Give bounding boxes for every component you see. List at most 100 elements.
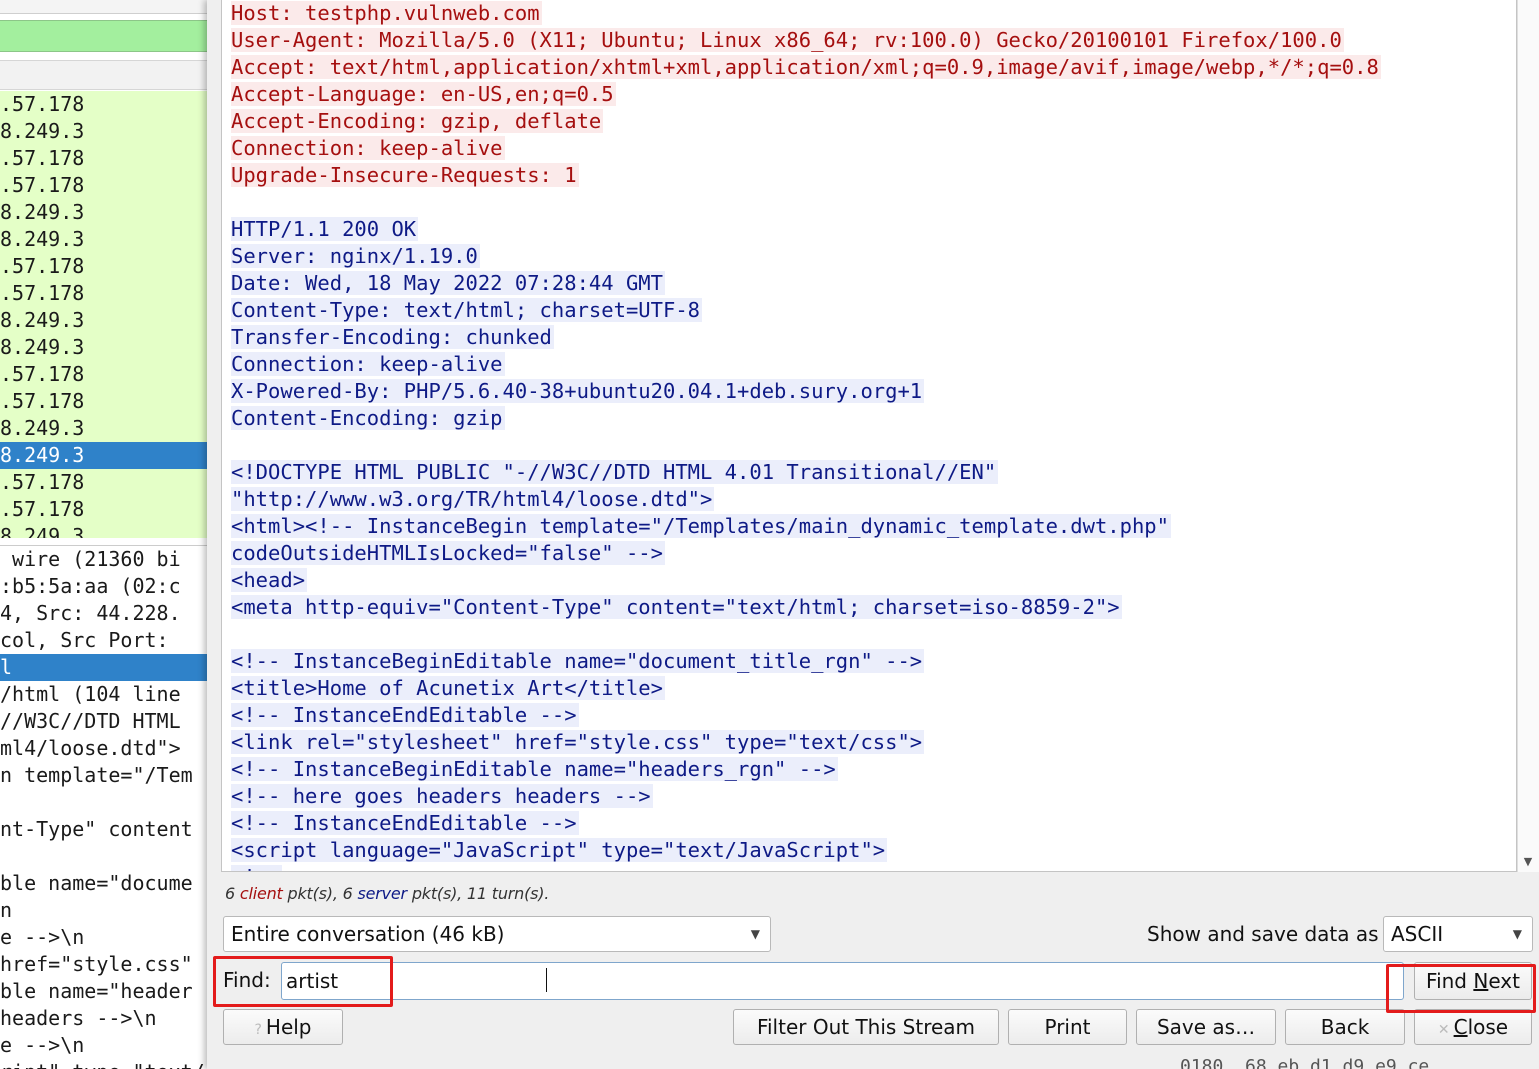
- detail-row[interactable]: ble name="docume: [0, 870, 215, 897]
- detail-row[interactable]: n template="/Tem: [0, 762, 215, 789]
- packet-row[interactable]: 8.249.3: [0, 226, 215, 253]
- detail-row[interactable]: 4, Src: 44.228.: [0, 600, 215, 627]
- server-stream-line: <!-- InstanceEndEditable -->: [231, 702, 1516, 729]
- detail-row[interactable]: ml4/loose.dtd">: [0, 735, 215, 762]
- chevron-down-icon: ▼: [1512, 927, 1522, 941]
- stream-line-text: <!-- InstanceEndEditable -->: [231, 811, 579, 835]
- find-next-button[interactable]: Find Next: [1414, 962, 1532, 1000]
- stream-line-text: Accept-Language: en-US,en;q=0.5: [231, 82, 616, 106]
- server-stream-line: <!DOCTYPE HTML PUBLIC "-//W3C//DTD HTML …: [231, 459, 1516, 486]
- stream-line-text: Content-Type: text/html; charset=UTF-8: [231, 298, 702, 322]
- server-stream-line: "http://www.w3.org/TR/html4/loose.dtd">: [231, 486, 1516, 513]
- stream-line-text: Date: Wed, 18 May 2022 07:28:44 GMT: [231, 271, 665, 295]
- detail-row[interactable]: ript" type="text/JavaScript">\n: [0, 1059, 215, 1069]
- server-stream-line: <meta http-equiv="Content-Type" content=…: [231, 594, 1516, 621]
- packet-row[interactable]: .57.178: [0, 469, 215, 496]
- stream-line-text: "http://www.w3.org/TR/html4/loose.dtd">: [231, 487, 715, 511]
- stream-line-text: X-Powered-By: PHP/5.6.40-38+ubuntu20.04.…: [231, 379, 925, 403]
- stream-line-text: <title>Home of Acunetix Art</title>: [231, 676, 665, 700]
- toolbar-strip: [0, 0, 215, 14]
- filter-out-stream-button[interactable]: Filter Out This Stream: [733, 1009, 999, 1045]
- stream-line-text: Accept-Encoding: gzip, deflate: [231, 109, 604, 133]
- packet-row[interactable]: 8.249.3: [0, 307, 215, 334]
- detail-row[interactable]: e -->\n: [0, 924, 215, 951]
- server-stream-line: <html><!-- InstanceBegin template="/Temp…: [231, 513, 1516, 540]
- server-stream-line: Content-Encoding: gzip: [231, 405, 1516, 432]
- back-button[interactable]: Back: [1285, 1009, 1405, 1045]
- packet-row[interactable]: 8.249.3: [0, 442, 215, 469]
- stream-line-text: <link rel="stylesheet" href="style.css" …: [231, 730, 925, 754]
- server-label: server: [357, 884, 407, 903]
- detail-row[interactable]: col, Src Port:: [0, 627, 215, 654]
- server-stream-line: Connection: keep-alive: [231, 351, 1516, 378]
- encoding-select[interactable]: ASCII ▼: [1383, 916, 1533, 952]
- packet-row[interactable]: 8.249.3: [0, 523, 215, 538]
- packet-row[interactable]: .57.178: [0, 172, 215, 199]
- detail-row[interactable]: l: [0, 654, 215, 681]
- save-as-button[interactable]: Save as…: [1136, 1009, 1276, 1045]
- detail-row[interactable]: wire (21360 bi: [0, 546, 215, 573]
- main-window-background: .57.178 8.249.3.57.178.57.178 8.249.3 8.249…: [0, 0, 215, 1069]
- find-input[interactable]: [281, 962, 1404, 1000]
- packet-row[interactable]: .57.178: [0, 280, 215, 307]
- server-stream-line: <script language="JavaScript" type="text…: [231, 837, 1516, 864]
- detail-row[interactable]: href="style.css": [0, 951, 215, 978]
- show-save-label: Show and save data as: [1147, 922, 1379, 946]
- packet-row[interactable]: 8.249.3: [0, 334, 215, 361]
- packet-row[interactable]: .57.178: [0, 145, 215, 172]
- server-stream-line: Content-Type: text/html; charset=UTF-8: [231, 297, 1516, 324]
- help-button[interactable]: ? Help: [223, 1009, 343, 1045]
- stream-line-text: Connection: keep-alive: [231, 352, 505, 376]
- packet-list[interactable]: .57.178 8.249.3.57.178.57.178 8.249.3 8.249…: [0, 91, 215, 538]
- chevron-down-icon: ▼: [750, 927, 760, 941]
- packet-row[interactable]: .57.178: [0, 388, 215, 415]
- close-icon: ✕: [1437, 1022, 1450, 1038]
- stream-line-text: Server: nginx/1.19.0: [231, 244, 480, 268]
- stream-line-text: <!-- InstanceBeginEditable name="documen…: [231, 649, 925, 673]
- text-caret: [546, 968, 547, 992]
- detail-row[interactable]: nt-Type" content: [0, 816, 215, 843]
- stream-line-text: <script language="JavaScript" type="text…: [231, 838, 888, 862]
- stream-line-text: <!--: [231, 865, 283, 871]
- packet-row[interactable]: .57.178: [0, 361, 215, 388]
- conversation-select[interactable]: Entire conversation (46 kB) ▼: [223, 916, 771, 952]
- server-stream-line: HTTP/1.1 200 OK: [231, 216, 1516, 243]
- detail-row[interactable]: ble name="header: [0, 978, 215, 1005]
- packet-row[interactable]: .57.178: [0, 496, 215, 523]
- stream-content[interactable]: Host: testphp.vulnweb.com User-Agent: Moz…: [221, 0, 1517, 872]
- scroll-down-arrow-icon[interactable]: ▼: [1521, 855, 1535, 869]
- client-stream-line: Accept: text/html,application/xhtml+xml,…: [231, 54, 1516, 81]
- find-label: Find:: [223, 968, 271, 992]
- packet-row[interactable]: 8.249.3: [0, 415, 215, 442]
- help-icon: ?: [254, 1022, 262, 1038]
- client-stream-line: Accept-Encoding: gzip, deflate: [231, 108, 1516, 135]
- packet-row[interactable]: .57.178: [0, 253, 215, 280]
- client-stream-line: User-Agent: Mozilla/5.0 (X11; Ubuntu; Li…: [231, 27, 1516, 54]
- detail-row[interactable]: e -->\n: [0, 1032, 215, 1059]
- close-button[interactable]: ✕ Close: [1414, 1009, 1532, 1045]
- server-stream-line: Date: Wed, 18 May 2022 07:28:44 GMT: [231, 270, 1516, 297]
- detail-row[interactable]: /html (104 line: [0, 681, 215, 708]
- server-stream-line: <!-- InstanceBeginEditable name="documen…: [231, 648, 1516, 675]
- stream-line-text: <!-- InstanceEndEditable -->: [231, 703, 579, 727]
- detail-row[interactable]: :b5:5a:aa (02:c: [0, 573, 215, 600]
- detail-row[interactable]: [0, 789, 215, 816]
- detail-row[interactable]: [0, 843, 215, 870]
- detail-row[interactable]: headers -->\n: [0, 1005, 215, 1032]
- client-stream-line: Host: testphp.vulnweb.com: [231, 0, 1516, 27]
- packet-row[interactable]: .57.178: [0, 91, 215, 118]
- stream-line-text: <head>: [231, 568, 308, 592]
- server-stream-line: <!--: [231, 864, 1516, 871]
- packet-row[interactable]: 8.249.3: [0, 199, 215, 226]
- packet-row[interactable]: 8.249.3: [0, 118, 215, 145]
- print-button[interactable]: Print: [1008, 1009, 1127, 1045]
- server-stream-line: <head>: [231, 567, 1516, 594]
- detail-row[interactable]: n: [0, 897, 215, 924]
- stream-scrollbar[interactable]: ▼: [1517, 0, 1539, 872]
- server-stream-line: <!-- InstanceEndEditable -->: [231, 810, 1516, 837]
- client-stream-line: Upgrade-Insecure-Requests: 1: [231, 162, 1516, 189]
- packet-details-pane[interactable]: wire (21360 bi:b5:5a:aa (02:c 4, Src: 44.…: [0, 545, 215, 1069]
- detail-row[interactable]: //W3C//DTD HTML: [0, 708, 215, 735]
- display-filter-bar[interactable]: [0, 20, 215, 52]
- server-stream-line: <title>Home of Acunetix Art</title>: [231, 675, 1516, 702]
